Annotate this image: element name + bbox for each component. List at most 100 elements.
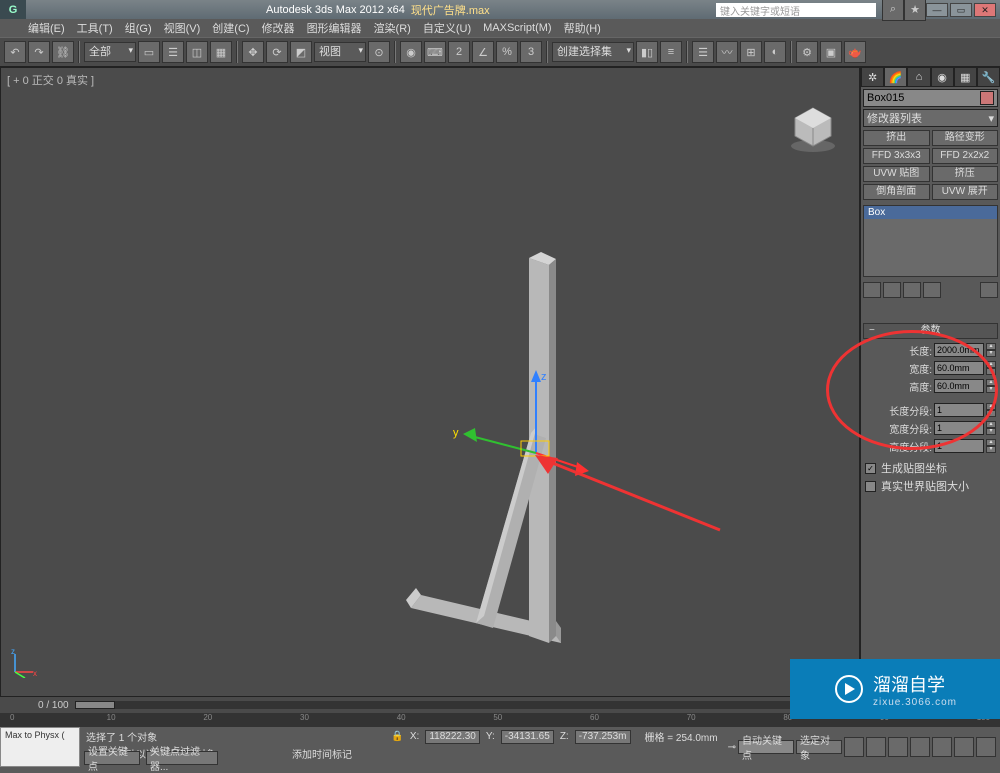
object-color-swatch[interactable]	[980, 91, 994, 105]
nav-pan-icon[interactable]	[910, 737, 930, 757]
stack-item-box[interactable]: Box	[864, 206, 997, 219]
app-logo-icon[interactable]: G	[0, 0, 26, 19]
material-editor-icon[interactable]: ◐	[764, 41, 786, 63]
menu-create[interactable]: 创建(C)	[212, 20, 249, 36]
params-rollout-header[interactable]: 参数	[863, 323, 998, 339]
rotate-icon[interactable]: ⟳	[266, 41, 288, 63]
mod-btn-pathdeform[interactable]: 路径变形	[932, 130, 999, 146]
menu-customize[interactable]: 自定义(U)	[423, 20, 471, 36]
coord-z[interactable]: -737.253m	[575, 730, 631, 744]
menu-rendering[interactable]: 渲染(R)	[374, 20, 411, 36]
mod-btn-bevelprofile[interactable]: 倒角剖面	[863, 184, 930, 200]
mod-btn-uvwmap[interactable]: UVW 贴图	[863, 166, 930, 182]
named-selset-dropdown[interactable]: 创建选择集	[552, 42, 634, 62]
link-icon[interactable]: ⛓	[52, 41, 74, 63]
move-icon[interactable]: ✥	[242, 41, 264, 63]
close-button[interactable]: ✕	[974, 3, 996, 17]
menu-maxscript[interactable]: MAXScript(M)	[483, 22, 551, 34]
help-search-input[interactable]: 键入关键字或短语	[716, 3, 876, 17]
wsegs-spin-buttons[interactable]: ▴▾	[986, 421, 996, 435]
select-icon[interactable]: ▭	[138, 41, 160, 63]
menu-help[interactable]: 帮助(H)	[564, 20, 601, 36]
time-tag-label[interactable]: 添加时间标记	[292, 746, 352, 761]
menu-tools[interactable]: 工具(T)	[77, 20, 113, 36]
minimize-button[interactable]: —	[926, 3, 948, 17]
window-crossing-icon[interactable]: ▦	[210, 41, 232, 63]
gen-map-checkbox[interactable]: ✓	[865, 463, 876, 474]
pin-stack-icon[interactable]	[863, 282, 881, 298]
render-frame-icon[interactable]: ▣	[820, 41, 842, 63]
menu-modifiers[interactable]: 修改器	[262, 20, 295, 36]
favorites-icon[interactable]: ★	[904, 0, 926, 21]
restore-button[interactable]: ▭	[950, 3, 972, 17]
create-tab-icon[interactable]: ✲	[861, 67, 884, 87]
snap-angle-icon[interactable]: ∠	[472, 41, 494, 63]
key-icon[interactable]: ⊸	[728, 742, 736, 753]
lsegs-spin-buttons[interactable]: ▴▾	[986, 403, 996, 417]
height-spin-buttons[interactable]: ▴▾	[986, 379, 996, 393]
nav-max-icon[interactable]	[976, 737, 996, 757]
render-setup-icon[interactable]: ⚙	[796, 41, 818, 63]
menu-edit[interactable]: 编辑(E)	[28, 20, 65, 36]
viewport[interactable]: [ + 0 正交 0 真实 ] z y	[0, 67, 860, 697]
undo-icon[interactable]: ↶	[4, 41, 26, 63]
keyboard-shortcut-icon[interactable]: ⌨	[424, 41, 446, 63]
object-name-field[interactable]: Box015	[863, 89, 998, 107]
keyfilter-button[interactable]: 关键点过滤器...	[146, 751, 218, 765]
display-tab-icon[interactable]: ▦	[954, 67, 977, 87]
nav-orbit-icon[interactable]	[954, 737, 974, 757]
modifier-stack[interactable]: Box	[863, 205, 998, 277]
selection-filter-dropdown[interactable]: 全部	[84, 42, 136, 62]
menu-grapheditors[interactable]: 图形编辑器	[307, 20, 362, 36]
schematic-icon[interactable]: ⊞	[740, 41, 762, 63]
mod-btn-squeeze[interactable]: 挤压	[932, 166, 999, 182]
maxscript-listener[interactable]: Max to Physx (	[0, 727, 80, 767]
curve-editor-icon[interactable]: 〰	[716, 41, 738, 63]
selset-dd[interactable]: 选定对象	[796, 740, 842, 754]
length-spinner[interactable]: 2000.0mm	[934, 343, 984, 357]
hsegs-spinner[interactable]: 1	[934, 439, 984, 453]
wsegs-spinner[interactable]: 1	[934, 421, 984, 435]
hierarchy-tab-icon[interactable]: ⌂	[907, 67, 930, 87]
remove-mod-icon[interactable]	[923, 282, 941, 298]
align-icon[interactable]: ≡	[660, 41, 682, 63]
unique-icon[interactable]	[903, 282, 921, 298]
setkey-button[interactable]: 设置关键点	[84, 751, 140, 765]
redo-icon[interactable]: ↷	[28, 41, 50, 63]
pivot-icon[interactable]: ⊙	[368, 41, 390, 63]
mod-btn-unwrap[interactable]: UVW 展开	[932, 184, 999, 200]
motion-tab-icon[interactable]: ◉	[931, 67, 954, 87]
height-spinner[interactable]: 60.0mm	[934, 379, 984, 393]
snap-percent-icon[interactable]: %	[496, 41, 518, 63]
play-prev-icon[interactable]	[844, 737, 864, 757]
ref-coord-dropdown[interactable]: 视图	[314, 42, 366, 62]
lock-icon[interactable]: 🔒	[391, 731, 403, 742]
scale-icon[interactable]: ◩	[290, 41, 312, 63]
configure-sets-icon[interactable]	[980, 282, 998, 298]
mod-btn-extrude[interactable]: 挤出	[863, 130, 930, 146]
select-name-icon[interactable]: ☰	[162, 41, 184, 63]
play-next-icon[interactable]	[888, 737, 908, 757]
menu-views[interactable]: 视图(V)	[164, 20, 201, 36]
utilities-tab-icon[interactable]: 🔧	[977, 67, 1000, 87]
nav-zoom-icon[interactable]	[932, 737, 952, 757]
realworld-checkbox[interactable]	[865, 481, 876, 492]
layers-icon[interactable]: ☰	[692, 41, 714, 63]
width-spin-buttons[interactable]: ▴▾	[986, 361, 996, 375]
coord-y[interactable]: -34131.65	[501, 730, 554, 744]
length-spin-buttons[interactable]: ▴▾	[986, 343, 996, 357]
manipulate-icon[interactable]: ◉	[400, 41, 422, 63]
width-spinner[interactable]: 60.0mm	[934, 361, 984, 375]
mod-btn-ffd333[interactable]: FFD 3x3x3	[863, 148, 930, 164]
coord-x[interactable]: 118222.30	[425, 730, 480, 744]
time-marker[interactable]	[75, 701, 115, 709]
mirror-icon[interactable]: ▮▯	[636, 41, 658, 63]
spinner-snap-icon[interactable]: 3	[520, 41, 542, 63]
lsegs-spinner[interactable]: 1	[934, 403, 984, 417]
autokey-button[interactable]: 自动关键点	[738, 740, 794, 754]
render-icon[interactable]: 🫖	[844, 41, 866, 63]
play-icon[interactable]	[866, 737, 886, 757]
show-end-icon[interactable]	[883, 282, 901, 298]
mod-btn-ffd222[interactable]: FFD 2x2x2	[932, 148, 999, 164]
hsegs-spin-buttons[interactable]: ▴▾	[986, 439, 996, 453]
